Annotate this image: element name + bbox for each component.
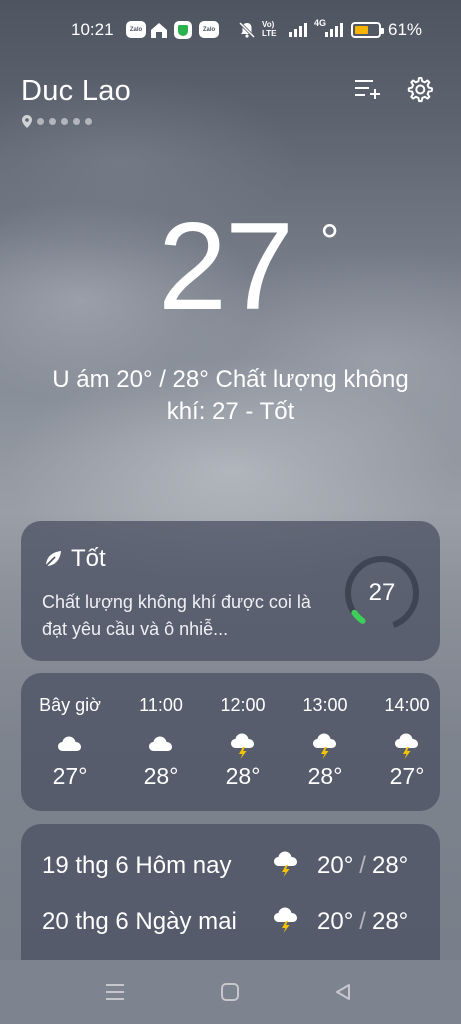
range-separator: /: [359, 852, 366, 879]
gear-icon: [407, 77, 433, 103]
hour-time: 14:00: [384, 695, 430, 715]
home-button[interactable]: [218, 980, 242, 1004]
volte-icon: Vo) LTE: [262, 20, 277, 38]
hour-temperature: 27°: [52, 763, 88, 789]
leaf-icon: [45, 551, 61, 567]
signal-icon: [288, 21, 308, 37]
settings-button[interactable]: [404, 74, 434, 104]
shield-icon: [174, 21, 192, 39]
cloud-icon: [147, 730, 175, 758]
day-high: 28°: [371, 852, 409, 879]
recent-apps-button[interactable]: [103, 980, 127, 1004]
page-dot: [85, 118, 92, 125]
back-button[interactable]: [331, 980, 355, 1004]
degree-symbol: °: [320, 216, 340, 269]
thunderstorm-icon: [393, 730, 421, 759]
location-page-indicator: [22, 115, 92, 128]
battery-percent: 61%: [388, 20, 423, 39]
add-list-icon: [355, 80, 380, 99]
daily-row[interactable]: 20 thg 6 Ngày mai 20°/28°: [21, 900, 440, 940]
hour-time: 12:00: [220, 695, 266, 715]
menu-icon: [106, 984, 124, 1000]
navigation-bar: [0, 960, 461, 1024]
hour-temperature: 28°: [225, 763, 261, 789]
air-quality-card[interactable]: Tốt Chất lượng không khí được coi là đạt…: [21, 521, 440, 661]
daily-forecast-card[interactable]: 19 thg 6 Hôm nay 20°/28° 20 thg 6 Ngày mai…: [21, 824, 440, 974]
hour-time: 11:00: [139, 695, 183, 715]
home-icon: [149, 21, 169, 39]
location-pin-icon: [22, 115, 32, 128]
day-low: 20°: [317, 852, 354, 879]
hour-time: Bây giờ: [39, 695, 101, 715]
square-icon: [221, 983, 239, 1001]
day-temp-range: 20°/28°: [317, 852, 408, 880]
hour-temperature: 28°: [307, 763, 343, 789]
range-separator: /: [359, 908, 366, 935]
day-label: 19 thg 6 Hôm nay: [42, 852, 232, 879]
page-dot: [49, 118, 56, 125]
aqi-title-row: Tốt: [43, 545, 106, 573]
aqi-value: 27: [368, 579, 396, 606]
page-dot: [73, 118, 80, 125]
battery-icon: [351, 22, 384, 38]
day-temp-range: 20°/28°: [317, 908, 408, 936]
zalo-notification-icon-2: Zalo: [199, 21, 219, 38]
hourly-forecast-card[interactable]: Bây giờ 27° 11:00 28° 12:00 28° 13:00 28° 14:00 2…: [21, 673, 440, 811]
back-triangle-icon: [336, 984, 350, 1000]
thunderstorm-icon: [229, 730, 257, 759]
battery-fill: [355, 26, 368, 34]
page-dot: [37, 118, 44, 125]
zalo-notification-icon: Zalo: [126, 21, 146, 38]
hour-temperature: 28°: [143, 763, 179, 789]
cloud-icon: [56, 730, 84, 758]
mute-bell-icon: [238, 21, 256, 39]
thunderstorm-icon: [311, 730, 339, 759]
manage-cities-button[interactable]: [352, 74, 382, 104]
weather-summary: U ám 20° / 28° Chất lượng không khí: 27 …: [52, 366, 409, 425]
daily-row[interactable]: 19 thg 6 Hôm nay 20°/28°: [21, 844, 440, 884]
page-dot: [61, 118, 68, 125]
hour-time: 13:00: [302, 695, 348, 715]
thunderstorm-icon: [272, 848, 302, 878]
city-name[interactable]: Duc Lao: [21, 75, 131, 108]
aqi-level-label: Tốt: [71, 545, 106, 572]
day-label: 20 thg 6 Ngày mai: [42, 908, 237, 935]
hour-temperature: 27°: [389, 763, 425, 789]
current-temperature: 27: [158, 198, 294, 336]
status-bar: 10:21 Zalo Zalo Vo) LTE 4G 61%: [0, 0, 461, 60]
status-time: 10:21: [71, 20, 114, 39]
signal-icon-2: [324, 21, 344, 37]
aqi-description: Chất lượng không khí được coi là đạt yêu…: [42, 592, 311, 639]
day-high: 28°: [371, 908, 409, 935]
thunderstorm-icon: [272, 904, 302, 934]
day-low: 20°: [317, 908, 354, 935]
